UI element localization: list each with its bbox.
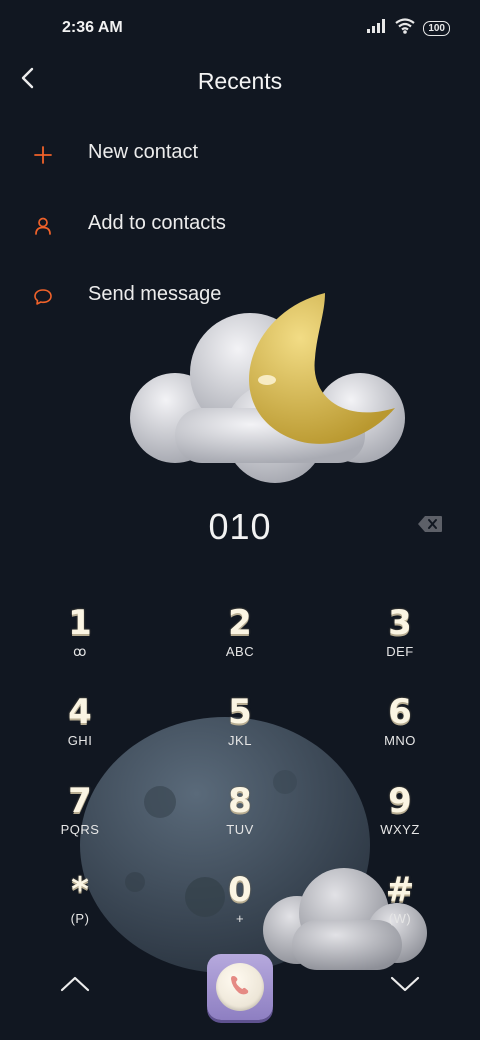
send-message-action[interactable]: Send message xyxy=(0,262,480,333)
dialed-number: 010 xyxy=(208,506,272,547)
expand-button[interactable] xyxy=(388,974,422,998)
key-letters: PQRS xyxy=(60,822,100,837)
key-letters: (W) xyxy=(388,911,412,926)
key-letters: JKL xyxy=(228,733,252,748)
action-label: New contact xyxy=(88,141,199,163)
key-2[interactable]: 2 ABC xyxy=(180,604,300,684)
key-digit: 0 xyxy=(228,870,252,910)
header: Recents xyxy=(0,56,480,106)
key-1[interactable]: 1 ꝏ xyxy=(20,604,140,684)
call-button[interactable] xyxy=(207,954,273,1020)
status-icons: 100 xyxy=(367,17,450,39)
key-digit: 8 xyxy=(228,781,252,821)
collapse-keypad-button[interactable] xyxy=(58,974,92,998)
key-5[interactable]: 5 JKL xyxy=(180,693,300,773)
action-list: New contact Add to contacts Send message xyxy=(0,120,480,333)
person-icon xyxy=(30,213,56,239)
voicemail-icon: ꝏ xyxy=(73,644,87,659)
key-letters: DEF xyxy=(386,644,414,659)
key-6[interactable]: 6 MNO xyxy=(340,693,460,773)
key-digit: 4 xyxy=(68,692,92,732)
key-letters: ABC xyxy=(225,644,255,659)
key-7[interactable]: 7 PQRS xyxy=(20,782,140,862)
key-digit: # xyxy=(385,870,415,910)
chevron-up-icon xyxy=(60,975,90,998)
new-contact-action[interactable]: New contact xyxy=(0,120,480,191)
wifi-icon xyxy=(395,17,415,39)
add-to-contacts-action[interactable]: Add to contacts xyxy=(0,191,480,262)
signal-icon xyxy=(367,18,387,38)
key-letters: WXYZ xyxy=(380,822,420,837)
key-digit: 7 xyxy=(68,781,92,821)
key-letters: MNO xyxy=(384,733,416,748)
key-star[interactable]: * (P) xyxy=(20,871,140,951)
message-bubble-icon xyxy=(30,284,56,310)
key-9[interactable]: 9 WXYZ xyxy=(340,782,460,862)
key-letters: + xyxy=(235,911,245,926)
key-digit: 3 xyxy=(388,603,412,643)
action-label: Send message xyxy=(88,283,222,305)
key-digit: 5 xyxy=(228,692,252,732)
battery-icon: 100 xyxy=(423,20,450,36)
bottom-bar xyxy=(0,950,480,1030)
key-digit: 6 xyxy=(388,692,412,732)
backspace-button[interactable] xyxy=(416,515,444,537)
key-letters: GHI xyxy=(67,733,93,748)
key-digit: * xyxy=(71,870,89,910)
key-0[interactable]: 0 + xyxy=(180,871,300,951)
key-4[interactable]: 4 GHI xyxy=(20,693,140,773)
call-button-face xyxy=(216,963,264,1011)
status-time: 2:36 AM xyxy=(62,19,123,36)
key-digit: 9 xyxy=(388,781,412,821)
key-hash[interactable]: # (W) xyxy=(340,871,460,951)
status-bar: 2:36 AM 100 xyxy=(0,0,480,56)
phone-icon xyxy=(228,973,252,1002)
key-letters: (P) xyxy=(70,911,90,926)
backspace-icon xyxy=(417,515,443,538)
key-digit: 1 xyxy=(68,603,92,643)
chevron-down-icon xyxy=(390,975,420,998)
key-3[interactable]: 3 DEF xyxy=(340,604,460,684)
key-letters: TUV xyxy=(226,822,254,837)
page-title: Recents xyxy=(197,68,283,94)
action-label: Add to contacts xyxy=(88,212,226,234)
key-8[interactable]: 8 TUV xyxy=(180,782,300,862)
key-digit: 2 xyxy=(228,603,252,643)
plus-icon xyxy=(30,142,56,168)
